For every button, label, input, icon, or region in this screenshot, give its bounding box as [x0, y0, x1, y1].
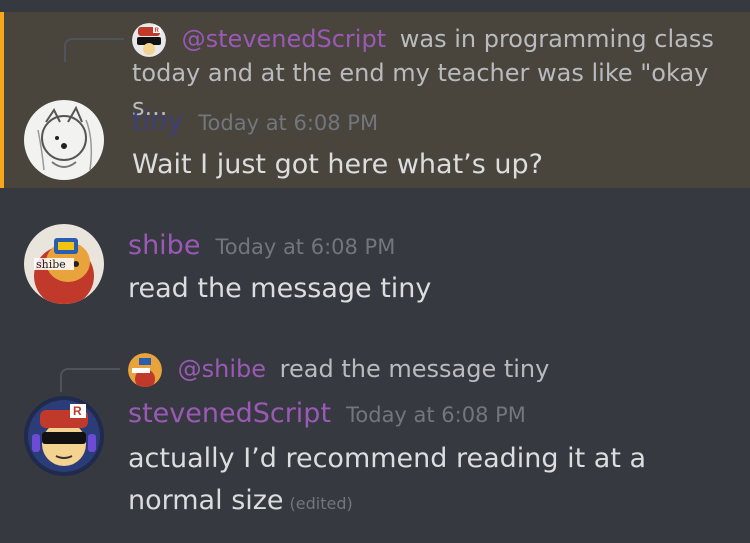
- avatar-shibe[interactable]: shibe: [24, 224, 104, 304]
- message-header: stevenedScript Today at 6:08 PM: [128, 398, 526, 429]
- message-text: actually I’d recommend reading it at a n…: [128, 438, 728, 525]
- reply-connector: [64, 38, 124, 62]
- username-tiny[interactable]: tiny: [132, 106, 183, 137]
- reply-avatar-shibe: [128, 353, 162, 387]
- reply-mention[interactable]: @shibe: [178, 355, 266, 383]
- reply-preview[interactable]: @shibe read the message tiny: [128, 352, 549, 387]
- timestamp[interactable]: Today at 6:08 PM: [198, 111, 378, 135]
- message-text-line2-text: normal size: [128, 485, 284, 516]
- message[interactable]: shibe shibe Today at 6:08 PM read the me…: [0, 220, 750, 320]
- avatar-badge-text: shibe: [36, 258, 66, 271]
- reply-preview-text: read the message tiny: [279, 355, 550, 383]
- svg-text:R: R: [155, 28, 160, 34]
- timestamp[interactable]: Today at 6:08 PM: [216, 235, 396, 259]
- reply-preview[interactable]: R @stevenedScript was in programming cla…: [132, 22, 714, 57]
- avatar-stevenedscript[interactable]: R: [24, 396, 104, 476]
- username-shibe[interactable]: shibe: [128, 230, 200, 261]
- message-text: read the message tiny: [128, 273, 432, 304]
- message-text-line1: actually I’d recommend reading it at a: [128, 443, 647, 474]
- message[interactable]: @shibe read the message tiny R stevenedS…: [0, 348, 750, 538]
- timestamp[interactable]: Today at 6:08 PM: [346, 403, 526, 427]
- edited-label: (edited): [289, 494, 353, 513]
- reply-mention[interactable]: @stevenedScript: [182, 25, 386, 53]
- message-text: Wait I just got here what’s up?: [132, 149, 543, 180]
- username-stevenedscript[interactable]: stevenedScript: [128, 398, 331, 429]
- reply-preview-text: was in programming class: [399, 25, 714, 53]
- avatar-tiny[interactable]: [24, 100, 104, 180]
- reply-connector: [60, 368, 120, 392]
- message-text-line2: normal size (edited): [128, 480, 728, 525]
- message-header: tiny Today at 6:08 PM: [132, 106, 378, 137]
- message-highlighted[interactable]: R @stevenedScript was in programming cla…: [0, 12, 750, 188]
- reply-avatar-stevenedscript: R: [132, 23, 166, 57]
- message-header: shibe Today at 6:08 PM: [128, 230, 395, 261]
- svg-text:R: R: [73, 404, 82, 418]
